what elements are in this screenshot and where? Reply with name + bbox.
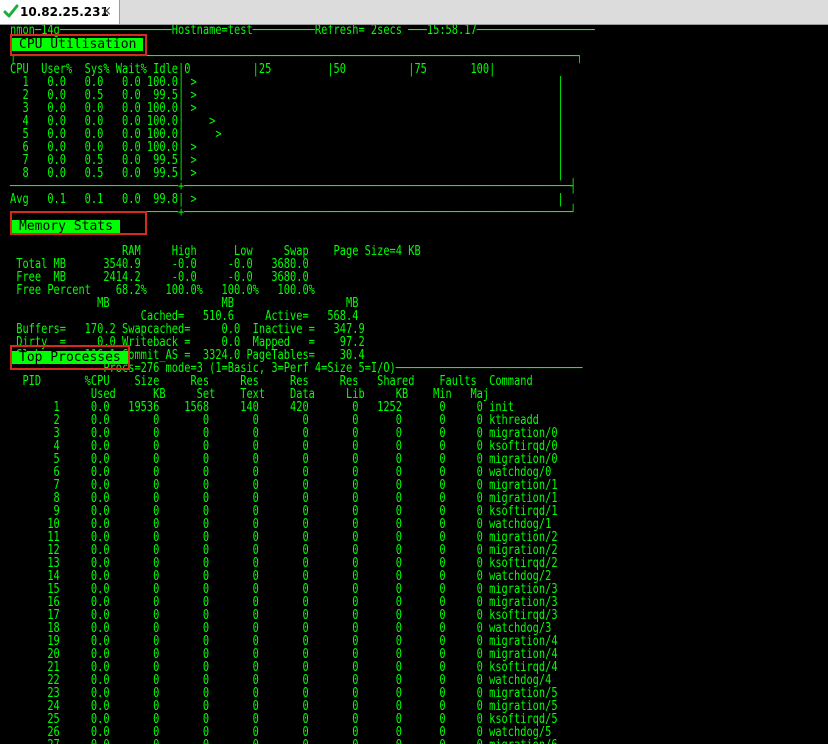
cpu-highlight-box [10, 34, 147, 56]
session-tab[interactable]: 10.82.25.231 × [0, 0, 120, 24]
memory-highlight-box [10, 211, 147, 235]
terminal-screen[interactable]: nmon─14g──────────────────Hostname=test─… [0, 25, 828, 744]
top-processes-highlight-box [10, 345, 130, 370]
close-icon[interactable]: × [101, 4, 112, 19]
tab-bar: 10.82.25.231 × [0, 0, 828, 25]
terminal-line: 27 0.0 0 0 0 0 0 0 0 0 migration/6 [10, 739, 557, 744]
tab-title: 10.82.25.231 [20, 5, 109, 19]
check-icon [3, 3, 19, 19]
